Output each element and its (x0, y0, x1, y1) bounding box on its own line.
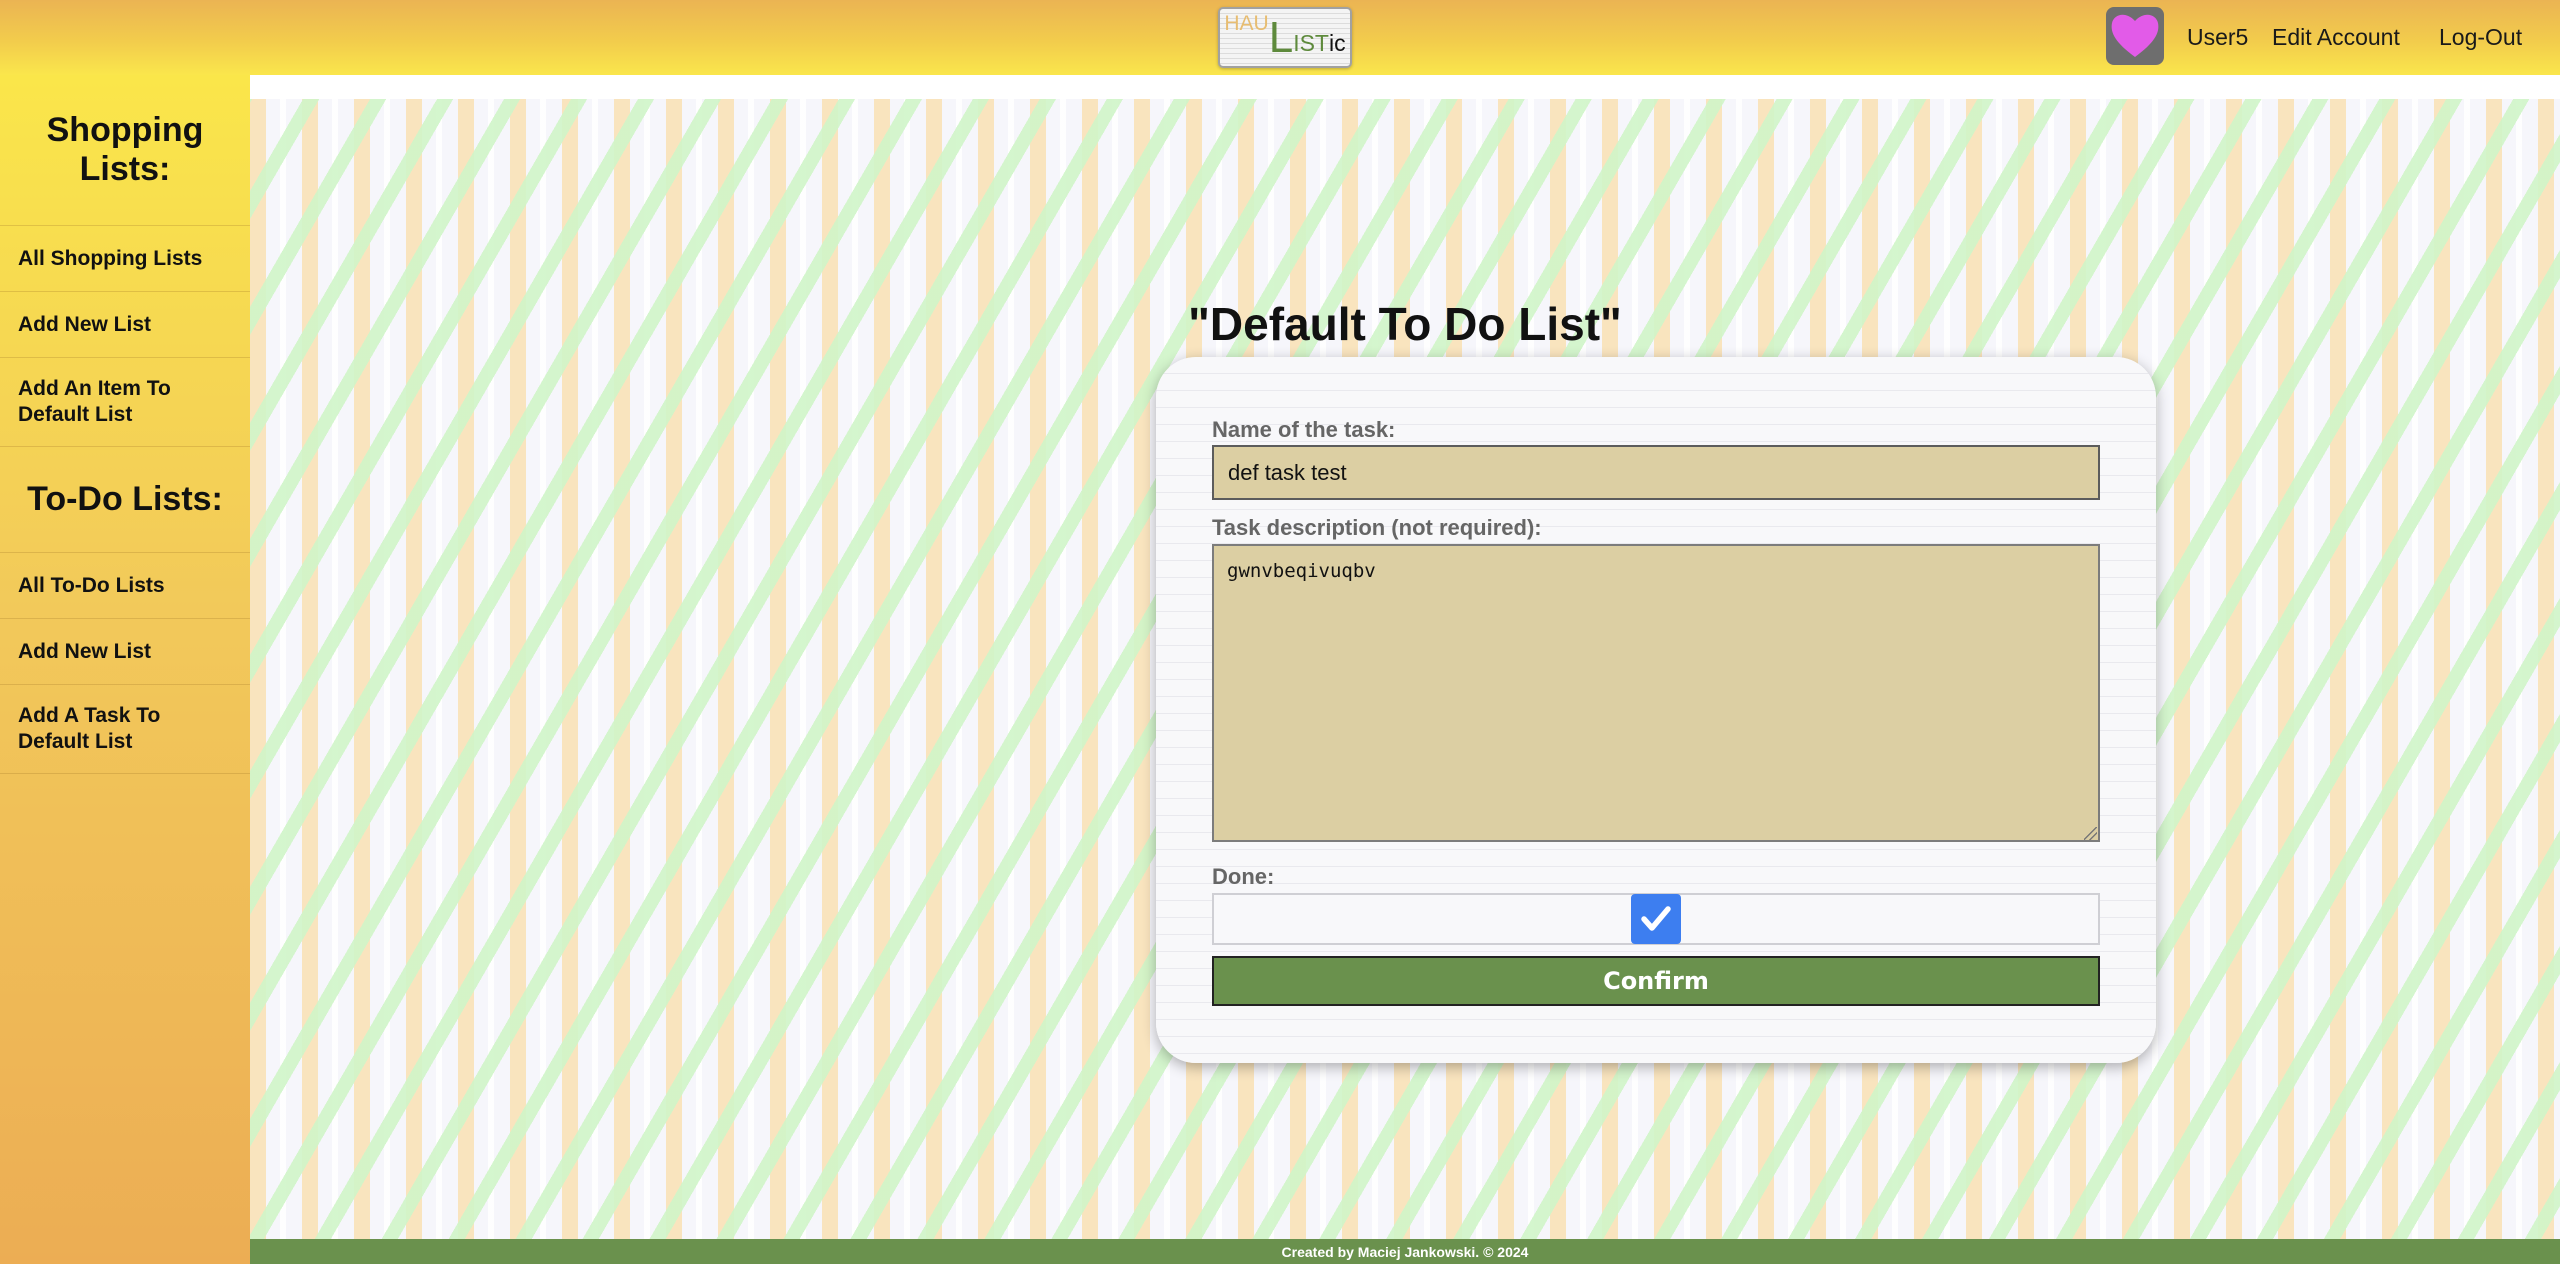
logout-link[interactable]: Log-Out (2439, 24, 2522, 51)
task-description-label: Task description (not required): (1212, 515, 1542, 540)
logo-text-ist: IST (1293, 30, 1329, 56)
task-name-label: Name of the task: (1212, 417, 1396, 442)
edit-task-form: Name of the task: Task description (not … (1156, 357, 2156, 1063)
sidebar-item-all-todo-lists[interactable]: All To-Do Lists (0, 553, 250, 619)
top-bar: HAU L IST ic User5 Edit Account Log-Out (0, 0, 2560, 75)
sidebar-item-add-item-to-default-list[interactable]: Add An Item To Default List (0, 358, 250, 447)
textarea-resize-handle[interactable] (2084, 827, 2097, 840)
app-logo[interactable]: HAU L IST ic (1218, 7, 1352, 68)
username-label: User5 (2187, 24, 2249, 50)
sidebar: Shopping Lists: All Shopping Lists Add N… (0, 75, 250, 1264)
logo-text-hau: HAU (1224, 12, 1269, 35)
sidebar-item-add-task-to-default-list[interactable]: Add A Task To Default List (0, 685, 250, 774)
logo-text-ic: ic (1328, 30, 1346, 56)
todo-lists-heading: To-Do Lists: (27, 480, 223, 518)
main-top-strip (250, 75, 2560, 99)
logo-text-l: L (1268, 13, 1294, 62)
page-title: "Default To Do List" (1188, 298, 1622, 350)
avatar[interactable] (2106, 7, 2164, 65)
sidebar-item-all-shopping-lists[interactable]: All Shopping Lists (0, 226, 250, 292)
footer: Created by Maciej Jankowski. © 2024 (250, 1239, 2560, 1264)
todo-lists-menu: All To-Do Lists Add New List Add A Task … (0, 552, 250, 774)
footer-credits: Created by Maciej Jankowski. © 2024 (1281, 1243, 1529, 1260)
heart-icon (2111, 14, 2159, 57)
sidebar-item-add-new-todo-list[interactable]: Add New List (0, 619, 250, 685)
done-checkbox[interactable] (1631, 894, 1681, 944)
shopping-lists-menu: All Shopping Lists Add New List Add An I… (0, 225, 250, 447)
main-content: "Default To Do List" Name of the task: T… (250, 75, 2560, 1239)
shopping-lists-heading: Shopping Lists: (46, 111, 204, 188)
sidebar-item-add-new-shopping-list[interactable]: Add New List (0, 292, 250, 358)
task-name-input[interactable] (1212, 445, 2100, 500)
done-label: Done: (1212, 864, 1275, 889)
confirm-button[interactable]: Confirm (1212, 956, 2100, 1006)
checkmark-icon (1641, 906, 1671, 931)
edit-account-link[interactable]: Edit Account (2272, 24, 2400, 51)
task-description-textarea[interactable]: gwnvbeqivuqbv (1212, 544, 2100, 842)
